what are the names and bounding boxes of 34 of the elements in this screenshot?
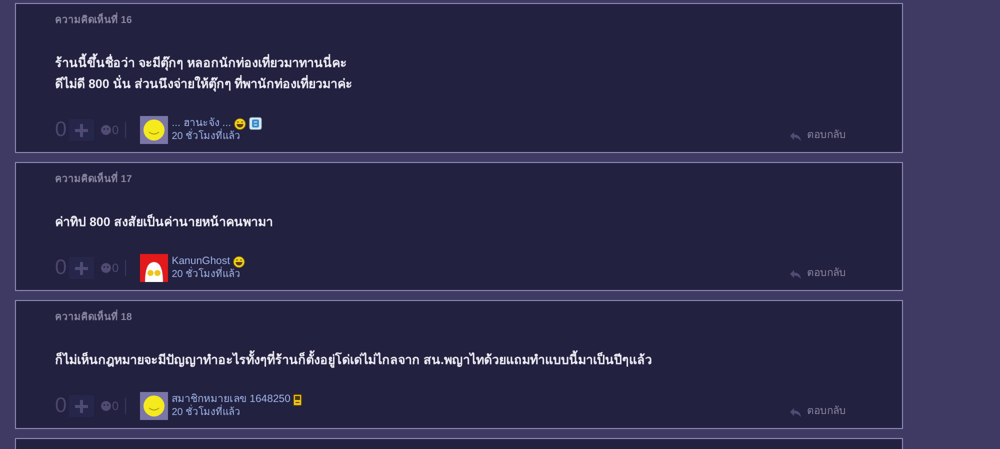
plus-button[interactable] — [69, 119, 94, 141]
avatar — [140, 392, 168, 420]
laughing-face-icon — [234, 118, 246, 130]
post-time: 20 ชั่วโมงที่แล้ว — [172, 268, 246, 281]
emotion-icon — [101, 125, 111, 135]
laughing-face-icon — [233, 256, 246, 268]
comment-number: ความคิดเห็นที่ 17 — [55, 173, 846, 187]
reply-button[interactable]: ตอบกลับ — [790, 266, 846, 282]
comment-text: ค่าทิป 800 สงสัยเป็นค่านายหน้าคนพามา — [55, 213, 274, 231]
badge-icon — [249, 117, 262, 130]
comment-text: ร้านนี้ขึ้นชื่อว่า จะมีตุ๊กๆ หลอกนักท่องเที่ยวมาทานนี่คะ ดีไม่ดี 800 นั่น ส่วนนึงจ่ายให้ตุ๊กๆ ที่พานักท่องเที่ยวมาค่ะ — [55, 53, 846, 95]
plus-icon — [75, 400, 88, 412]
reply-icon — [790, 270, 801, 279]
user-name[interactable]: สมาชิกหมายเลข 1648250 — [172, 393, 290, 406]
user-name[interactable]: KanunGhost — [172, 255, 230, 268]
plus-icon — [75, 124, 88, 136]
comment-number: ความคิดเห็นที่ 16 — [55, 14, 846, 28]
phone-icon — [293, 394, 302, 406]
emotion-icon — [101, 401, 111, 411]
plus-button[interactable] — [69, 395, 94, 417]
comment-number: ความคิดเห็นที่ 18 — [55, 311, 846, 325]
avatar — [140, 116, 168, 144]
emotion-icon — [101, 263, 111, 273]
plus-button[interactable] — [69, 257, 94, 279]
comment-text: ก็ไม่เห็นกฎหมายจะมีปัญญาทำอะไรทั้งๆที่ร้านก็ตั้งอยู่โด่เด่ไม่ไกลจาก สน.พญาไทด้วยแถมทำแบบนี้มาเป็นปีๆแล้ว — [55, 350, 846, 371]
reply-icon — [790, 132, 801, 141]
reply-button[interactable]: ตอบกลับ — [790, 128, 846, 144]
avatar — [140, 254, 168, 282]
plus-icon — [75, 262, 88, 274]
post-time: 20 ชั่วโมงที่แล้ว — [172, 406, 302, 419]
post-time: 20 ชั่วโมงที่แล้ว — [172, 130, 262, 143]
user-name[interactable]: ... ฮานะจัง ... — [172, 117, 232, 130]
reply-button[interactable]: ตอบกลับ — [790, 404, 846, 420]
reply-icon — [790, 408, 801, 417]
